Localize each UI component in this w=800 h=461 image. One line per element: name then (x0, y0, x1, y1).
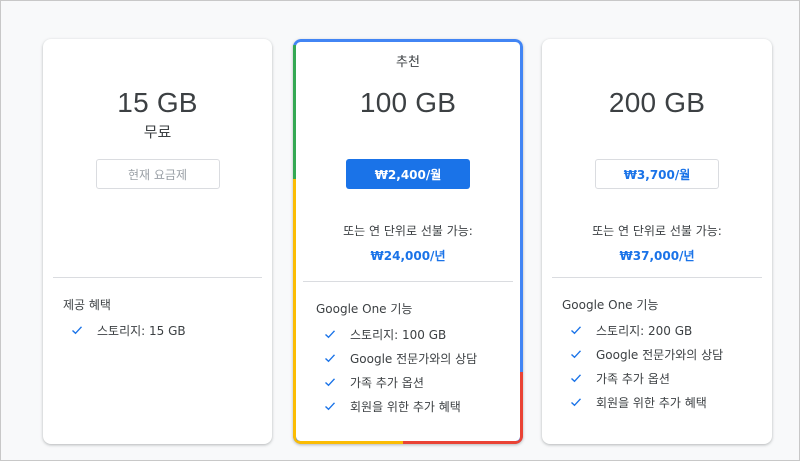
yearly-option-text: 또는 연 단위로 선불 가능: (343, 224, 473, 238)
yearly-price[interactable]: ₩37,000/년 (542, 247, 772, 264)
feature-item: Google 전문가와의 상담 (570, 342, 723, 366)
check-icon (324, 352, 350, 364)
feature-label: Google 전문가와의 상담 (596, 347, 724, 362)
feature-label: 가족 추가 옵션 (596, 371, 670, 386)
feature-label: 스토리지: 100 GB (350, 327, 447, 342)
plan-divider (303, 281, 513, 282)
plan-storage-size: 200 GB (608, 87, 706, 118)
check-icon (324, 400, 350, 412)
yearly-option-text: 또는 연 단위로 선불 가능: (592, 224, 722, 238)
feature-label: 회원을 위한 추가 혜택 (596, 395, 707, 410)
feature-list: 스토리지: 100 GB Google 전문가와의 상담 가족 추가 옵션 회원… (324, 322, 477, 418)
feature-item: 가족 추가 옵션 (324, 370, 477, 394)
plan-divider (552, 277, 762, 278)
plan-storage-size: 15 GB (117, 87, 198, 118)
plan-storage-size: 100 GB (359, 87, 457, 118)
feature-item: 스토리지: 100 GB (324, 322, 477, 346)
check-icon (324, 328, 350, 340)
monthly-price-button[interactable]: ₩2,400/월 (346, 159, 470, 189)
benefits-title: Google One 기능 (316, 302, 413, 316)
plan-divider (53, 277, 262, 278)
feature-item: 회원을 위한 추가 혜택 (324, 394, 477, 418)
plan-card-15gb: 15 GB 무료 현재 요금제 제공 혜택 스토리지: 15 GB (43, 39, 272, 444)
recommended-badge: 추천 (396, 55, 420, 70)
feature-label: 가족 추가 옵션 (350, 375, 424, 390)
check-icon (570, 372, 596, 384)
feature-item: Google 전문가와의 상담 (324, 346, 477, 370)
feature-label: 회원을 위한 추가 혜택 (350, 399, 461, 414)
feature-label: Google 전문가와의 상담 (350, 351, 478, 366)
check-icon (71, 324, 97, 336)
feature-item: 회원을 위한 추가 혜택 (570, 390, 723, 414)
plan-card-200gb: 200 GB ₩3,700/월 또는 연 단위로 선불 가능: ₩37,000/… (542, 39, 772, 444)
feature-label: 스토리지: 200 GB (596, 323, 693, 338)
feature-item: 가족 추가 옵션 (570, 366, 723, 390)
check-icon (570, 324, 596, 336)
plan-card-100gb-recommended: 추천 100 GB ₩2,400/월 또는 연 단위로 선불 가능: ₩24,0… (293, 39, 523, 444)
check-icon (324, 376, 350, 388)
yearly-price[interactable]: ₩24,000/년 (293, 247, 523, 264)
plan-price-free: 무료 (143, 123, 172, 141)
feature-list: 스토리지: 15 GB (71, 318, 186, 342)
feature-item: 스토리지: 15 GB (71, 318, 186, 342)
current-plan-button[interactable]: 현재 요금제 (95, 159, 220, 189)
feature-list: 스토리지: 200 GB Google 전문가와의 상담 가족 추가 옵션 회원… (570, 318, 723, 414)
benefits-title: 제공 혜택 (63, 298, 111, 312)
feature-item: 스토리지: 200 GB (570, 318, 723, 342)
monthly-price-button[interactable]: ₩3,700/월 (595, 159, 719, 189)
benefits-title: Google One 기능 (562, 298, 659, 312)
check-icon (570, 396, 596, 408)
page-frame: 15 GB 무료 현재 요금제 제공 혜택 스토리지: 15 GB 추천 100… (0, 0, 800, 461)
check-icon (570, 348, 596, 360)
feature-label: 스토리지: 15 GB (97, 323, 186, 338)
